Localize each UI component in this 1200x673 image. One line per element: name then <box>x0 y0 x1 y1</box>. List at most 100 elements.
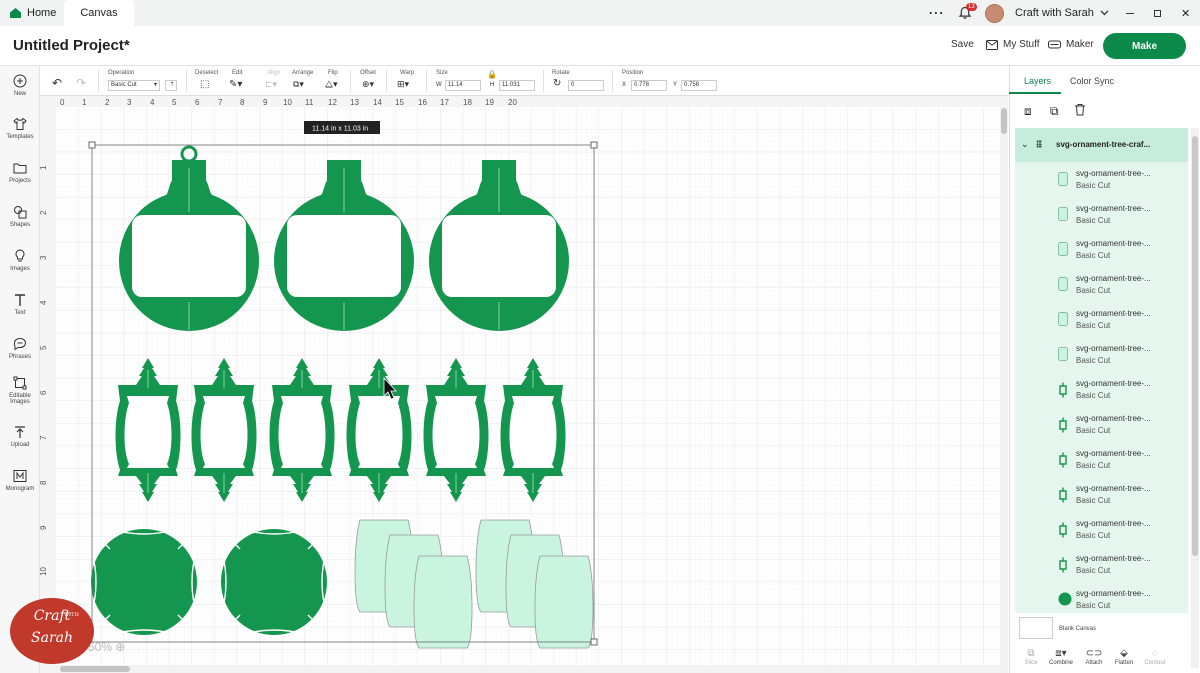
tab-color-sync[interactable]: Color Sync <box>1070 76 1114 86</box>
design-canvas[interactable]: 0 1 2 3 4 5 6 7 8 9 10 11 12 13 14 15 16… <box>40 96 1008 673</box>
y-input[interactable]: 0.758 <box>681 80 717 91</box>
operation-select[interactable]: Basic Cut ▾ <box>108 80 160 91</box>
align-icon[interactable]: ⊏▾ <box>265 79 277 90</box>
layers-scroll-thumb[interactable] <box>1192 136 1198 556</box>
minimize-icon[interactable] <box>1126 0 1134 26</box>
deselect-icon[interactable]: ⬚ <box>200 79 209 90</box>
tab-layers[interactable]: Layers <box>1024 76 1051 86</box>
tab-home[interactable]: Home <box>0 0 64 26</box>
divider <box>543 70 544 92</box>
tab-canvas[interactable]: Canvas <box>64 0 134 26</box>
layer-row[interactable]: svg-ornament-tree-... Basic Cut <box>1015 164 1188 199</box>
arrange-icon[interactable]: ⧉▾ <box>293 79 304 90</box>
rotate-value: 0 <box>571 82 575 88</box>
width-label: W <box>436 82 442 88</box>
divider <box>426 70 427 92</box>
selection-handle[interactable] <box>590 141 598 149</box>
layer-name: svg-ornament-tree-... <box>1076 344 1151 353</box>
ruler-tick: 10 <box>40 567 48 576</box>
ruler-tick: 4 <box>40 300 48 305</box>
nav-upload[interactable]: Upload <box>0 425 40 448</box>
attach-label: Attach <box>1085 660 1103 666</box>
layer-operation: Basic Cut <box>1076 286 1111 295</box>
redo-icon[interactable]: ↷ <box>76 76 86 90</box>
project-title[interactable]: Untitled Project* <box>13 37 130 54</box>
layer-row[interactable]: svg-ornament-tree-... Basic Cut <box>1015 199 1188 234</box>
layer-row[interactable]: svg-ornament-tree-... Basic Cut <box>1015 269 1188 304</box>
layer-row[interactable]: svg-ornament-tree-... Basic Cut <box>1015 549 1188 584</box>
group-icon[interactable]: ⧈ <box>1024 104 1032 119</box>
height-input[interactable]: 11.031 <box>499 80 535 91</box>
layer-group-row[interactable]: ⌄ ⩩ svg-ornament-tree-craf... <box>1015 128 1188 162</box>
width-input[interactable]: 11.14 <box>445 80 481 91</box>
folder-icon <box>13 161 27 175</box>
nav-images[interactable]: Images <box>0 249 40 272</box>
disc-shape[interactable] <box>220 528 328 636</box>
horizontal-scrollbar[interactable] <box>56 665 1000 673</box>
ruler-tick: 2 <box>105 98 110 107</box>
maker-button[interactable]: Maker <box>1048 39 1094 50</box>
layer-row[interactable]: svg-ornament-tree-... Basic Cut <box>1015 304 1188 339</box>
vertical-scrollbar[interactable] <box>1000 107 1008 673</box>
layer-operation: Basic Cut <box>1076 461 1111 470</box>
warp-icon[interactable]: ⊞▾ <box>397 79 409 90</box>
rotate-input[interactable]: 0 <box>568 80 604 91</box>
nav-new[interactable]: New <box>0 74 40 97</box>
chevron-down-icon[interactable]: ⌄ <box>1021 139 1029 150</box>
avatar[interactable] <box>985 0 1004 26</box>
more-menu-icon[interactable]: ⋯ <box>928 0 945 26</box>
layer-row[interactable]: svg-ornament-tree-... Basic Cut <box>1015 479 1188 514</box>
vertical-scroll-thumb[interactable] <box>1001 108 1007 134</box>
sleeve-shape[interactable] <box>534 555 594 649</box>
layer-row[interactable]: svg-ornament-tree-... Basic Cut <box>1015 234 1188 269</box>
nav-text[interactable]: Text <box>0 293 40 316</box>
nav-projects[interactable]: Projects <box>0 161 40 184</box>
undo-icon[interactable]: ↶ <box>52 76 62 90</box>
contour-button[interactable]: ◌ Contour <box>1141 648 1169 666</box>
save-button[interactable]: Save <box>951 39 974 50</box>
close-icon[interactable]: ✕ <box>1181 0 1190 26</box>
nav-phrases[interactable]: Phrases <box>0 337 40 360</box>
nav-projects-label: Projects <box>9 178 31 184</box>
x-input[interactable]: 0.778 <box>631 80 667 91</box>
blank-canvas-swatch[interactable] <box>1019 617 1053 639</box>
attach-button[interactable]: ⊂⊃ Attach <box>1080 648 1108 666</box>
nav-shapes[interactable]: Shapes <box>0 205 40 228</box>
layer-row[interactable]: svg-ornament-tree-... Basic Cut <box>1015 584 1188 613</box>
x-label: X <box>622 82 627 88</box>
flip-icon[interactable]: ⧋▾ <box>325 79 338 90</box>
edit-pencil-icon[interactable]: ✎▾ <box>229 79 242 90</box>
combine-button[interactable]: ⧈▾ Combine <box>1047 648 1075 666</box>
lock-icon[interactable]: 🔒 <box>487 70 497 79</box>
notifications-button[interactable]: 13 <box>958 0 977 26</box>
my-stuff-button[interactable]: My Stuff <box>986 39 1040 50</box>
nav-templates[interactable]: Templates <box>0 117 40 140</box>
sleeve-shape[interactable] <box>413 555 473 649</box>
nav-monogram[interactable]: Monogram <box>0 469 40 492</box>
layer-row[interactable]: svg-ornament-tree-... Basic Cut <box>1015 409 1188 444</box>
save-label: Save <box>951 39 974 50</box>
make-button[interactable]: Make <box>1103 33 1186 59</box>
layer-name: svg-ornament-tree-... <box>1076 484 1151 493</box>
maximize-icon[interactable] <box>1154 0 1161 26</box>
layer-row[interactable]: svg-ornament-tree-... Basic Cut <box>1015 339 1188 374</box>
layer-row[interactable]: svg-ornament-tree-... Basic Cut <box>1015 444 1188 479</box>
layer-row[interactable]: svg-ornament-tree-... Basic Cut <box>1015 374 1188 409</box>
offset-icon[interactable]: ⊕▾ <box>362 79 374 90</box>
slice-button[interactable]: ⧉ Slice <box>1017 648 1045 666</box>
operation-style-icon[interactable]: ⇡ <box>165 80 177 91</box>
selection-handle[interactable] <box>88 141 96 149</box>
nav-editable-images[interactable]: Editable Images <box>0 376 40 405</box>
duplicate-icon[interactable]: ⧉ <box>1050 104 1059 119</box>
ruler-tick: 8 <box>40 480 48 485</box>
layers-scrollbar[interactable] <box>1191 128 1199 668</box>
disc-shape[interactable] <box>90 528 198 636</box>
horizontal-scroll-thumb[interactable] <box>60 666 130 672</box>
rectangle-layer-icon <box>1058 312 1068 331</box>
selection-handle[interactable] <box>590 638 598 646</box>
account-menu[interactable]: Craft with Sarah <box>1015 0 1109 26</box>
flatten-label: Flatten <box>1114 660 1134 666</box>
layer-row[interactable]: svg-ornament-tree-... Basic Cut <box>1015 514 1188 549</box>
flatten-button[interactable]: ⬙ Flatten <box>1110 648 1138 666</box>
trash-icon[interactable] <box>1074 103 1086 121</box>
